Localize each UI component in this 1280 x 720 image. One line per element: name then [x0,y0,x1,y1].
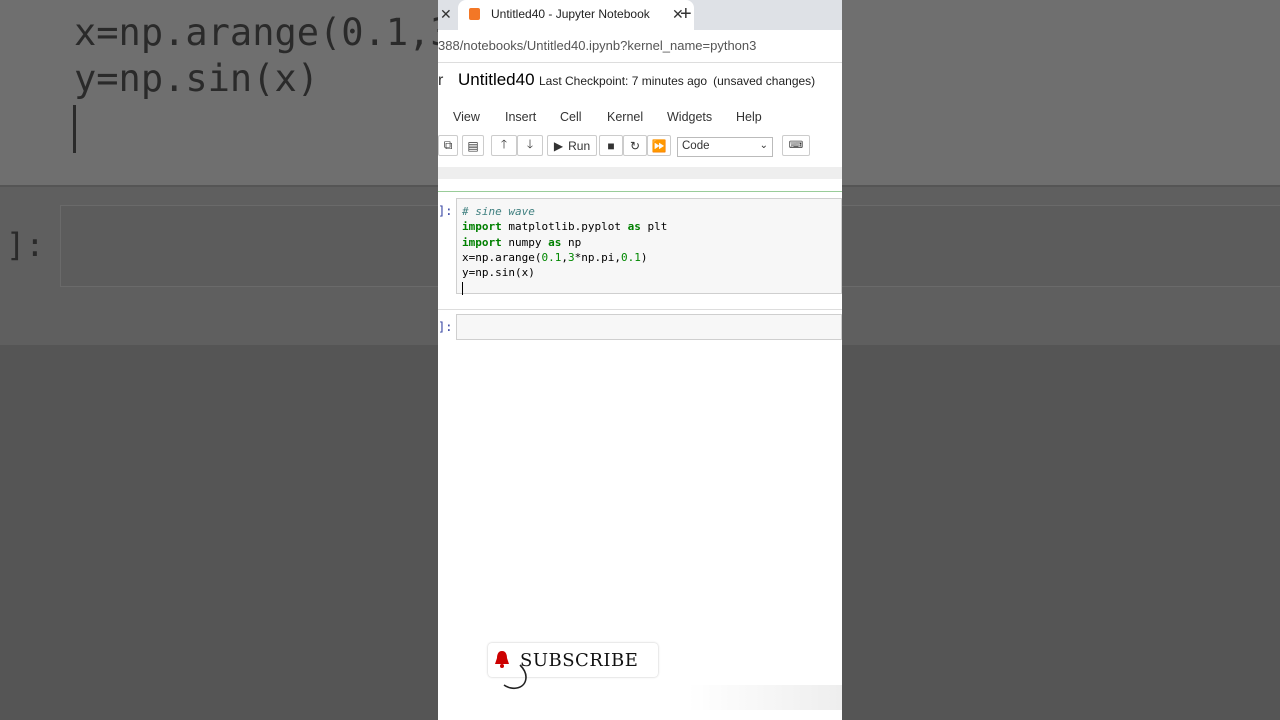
url-text: 388/notebooks/Untitled40.ipynb?kernel_na… [438,38,757,53]
restart-icon: ↻ [629,138,641,153]
fast-forward-icon: ⏩ [651,138,667,153]
background-cell-right [842,205,1280,287]
subscribe-button[interactable]: SUBSCRIBE [488,643,658,690]
menu-bar: View Insert Cell Kernel Widgets Help [438,104,842,129]
interrupt-button[interactable]: ■ [599,135,623,156]
notebook-title[interactable]: Untitled40 [458,70,535,90]
chevron-down-icon: ⌄ [759,140,768,151]
unsaved-changes-text: (unsaved changes) [713,74,816,88]
code-line-3: import numpy as np [462,235,582,249]
menu-cell[interactable]: Cell [560,110,582,124]
notebook-toolbar: ⧉ ▤ 🡑 🡓 ▶ Run ■ ↻ ⏩ Code ⌄ ⌨ [438,133,842,161]
code-line-2: import matplotlib.pyplot as plt [462,220,668,234]
cell-type-value: Code [682,140,710,152]
jupyter-logo-fragment: r [438,72,444,89]
cell-prompt-2: ]: [438,320,453,334]
code-editor[interactable]: # sine wave import matplotlib.pyplot as p… [456,198,842,296]
run-all-button[interactable]: ⏩ [647,135,671,156]
subscribe-label: SUBSCRIBE [520,650,639,671]
checkpoint-text: Last Checkpoint: 7 minutes ago [539,74,708,88]
copy-icon: ⧉ [443,138,453,152]
notebook-cells: ]: # sine wave import matplotlib.pyplot a… [438,179,842,359]
play-icon: ▶ [553,138,564,153]
run-label: Run [568,138,591,153]
cell-prompt: ]: [438,204,453,218]
arrow-up-icon: 🡑 [500,137,508,151]
toolbar-separator [438,167,842,179]
address-bar[interactable]: 388/notebooks/Untitled40.ipynb?kernel_na… [438,30,842,63]
background-code: x=np.arange(0.1,3 y=np.sin(x) [74,10,438,102]
background-right [842,0,1280,720]
code-line-5: y=np.sin(x) [462,266,535,280]
notebook-header: r Untitled40 Last Checkpoint: 7 minutes … [438,62,842,98]
browser-tab[interactable]: Untitled40 - Jupyter Notebook ✕ [458,0,694,30]
code-line-1: # sine wave [462,205,535,218]
background-left: x=np.arange(0.1,3 y=np.sin(x) ]: [0,0,438,720]
cell-type-select[interactable]: Code ⌄ [677,137,773,157]
text-cursor [462,281,463,295]
background-cursor [73,105,76,153]
empty-code-cell[interactable]: ]: [438,309,842,346]
code-cell[interactable]: ]: # sine wave import matplotlib.pyplot a… [438,191,842,302]
menu-help[interactable]: Help [736,110,762,124]
menu-kernel[interactable]: Kernel [607,110,643,124]
code-text: # sine wave import matplotlib.pyplot as p… [462,204,667,296]
stop-icon: ■ [607,138,615,153]
browser-window: ✕ Untitled40 - Jupyter Notebook ✕ + 388/… [438,0,842,720]
code-line-4: x=np.arange(0.1,3*np.pi,0.1) [462,250,648,264]
hand-pointer-icon [503,664,527,690]
bottom-blur-overlay [688,685,842,710]
menu-widgets[interactable]: Widgets [667,110,712,124]
background-prompt: ]: [6,226,45,264]
command-palette-button[interactable]: ⌨ [782,135,810,156]
tab-title: Untitled40 - Jupyter Notebook [491,7,650,21]
new-tab-icon[interactable]: + [680,3,692,26]
tab-bar: ✕ Untitled40 - Jupyter Notebook ✕ + [438,0,842,30]
close-icon[interactable]: ✕ [440,6,452,23]
background-cell [60,205,438,287]
empty-code-editor[interactable] [456,314,842,340]
background-band-top-right [842,0,1280,185]
move-down-button[interactable]: 🡓 [517,135,543,156]
background-code-line-2: y=np.sin(x) [74,57,320,100]
jupyter-favicon-icon [469,8,480,20]
checkpoint-status: Last Checkpoint: 7 minutes ago (unsaved c… [539,74,815,88]
menu-view[interactable]: View [453,110,480,124]
menu-insert[interactable]: Insert [505,110,536,124]
move-up-button[interactable]: 🡑 [491,135,517,156]
run-button[interactable]: ▶ Run [547,135,597,156]
arrow-down-icon: 🡓 [526,137,534,151]
restart-button[interactable]: ↻ [623,135,647,156]
paste-cell-button[interactable]: ▤ [462,135,484,156]
keyboard-icon: ⌨ [788,140,804,151]
background-code-line-1: x=np.arange(0.1,3 [74,11,438,54]
copy-cell-button[interactable]: ⧉ [438,135,458,156]
paste-icon: ▤ [467,138,479,153]
